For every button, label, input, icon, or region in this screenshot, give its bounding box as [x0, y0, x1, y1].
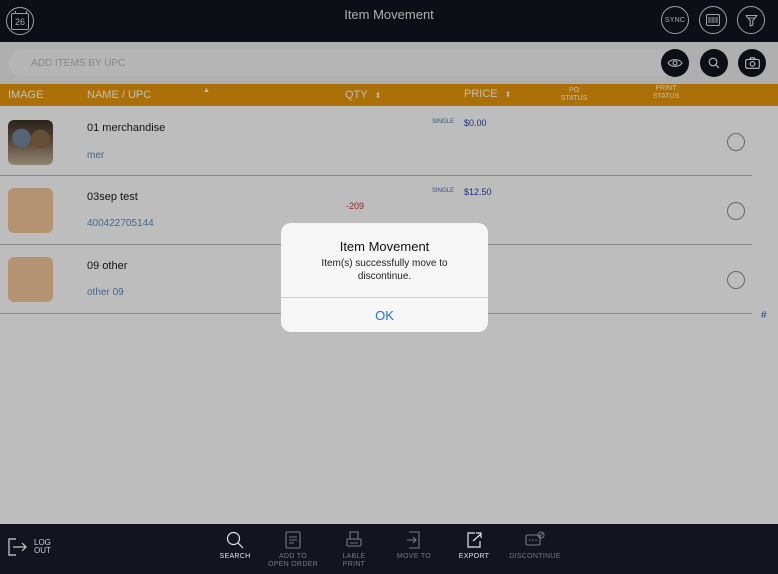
search-icon — [226, 531, 244, 549]
logout-label: LOG OUT — [34, 539, 51, 555]
clipboard-icon — [285, 531, 301, 549]
alert-message: Item(s) successfully move to discontinue… — [321, 258, 448, 282]
export-icon — [466, 532, 482, 548]
search-tool-label: SEARCH — [219, 553, 251, 560]
label-print-button[interactable]: LABLE PRINT — [322, 530, 386, 569]
move-icon — [407, 531, 420, 549]
bottom-toolbar: LOG OUT SEARCH ADD TO OPEN ORDER LABLE P… — [0, 524, 778, 574]
label-print-label-1: LABLE — [342, 553, 366, 560]
open-order-label: OPEN ORDER — [267, 561, 319, 568]
alert-title: Item Movement — [339, 239, 430, 254]
export-button[interactable]: EXPORT — [442, 530, 506, 561]
add-to-open-order-button[interactable]: ADD TO OPEN ORDER — [261, 530, 325, 569]
item-movement-screen: 26 Item Movement SYNC ADD ITEMS BY UPC I… — [0, 0, 778, 574]
logout-button[interactable]: LOG OUT — [8, 538, 51, 556]
move-to-button[interactable]: MOVE TO — [382, 530, 446, 561]
label-print-label-2: PRINT — [342, 561, 366, 568]
discontinue-icon — [525, 531, 545, 546]
ok-button[interactable]: OK — [281, 298, 488, 332]
move-to-label: MOVE TO — [396, 553, 432, 560]
logout-line-2: OUT — [34, 546, 51, 555]
logout-icon — [8, 538, 27, 556]
discontinue-button[interactable]: DISCONTINUE — [503, 530, 567, 561]
label-print-icon — [346, 531, 362, 547]
alert-dialog: Item Movement Item(s) successfully move … — [281, 223, 488, 332]
search-tool-button[interactable]: SEARCH — [203, 530, 267, 561]
discontinue-label: DISCONTINUE — [509, 553, 561, 560]
add-to-label-1: ADD TO — [279, 553, 307, 560]
export-label: EXPORT — [458, 553, 490, 560]
